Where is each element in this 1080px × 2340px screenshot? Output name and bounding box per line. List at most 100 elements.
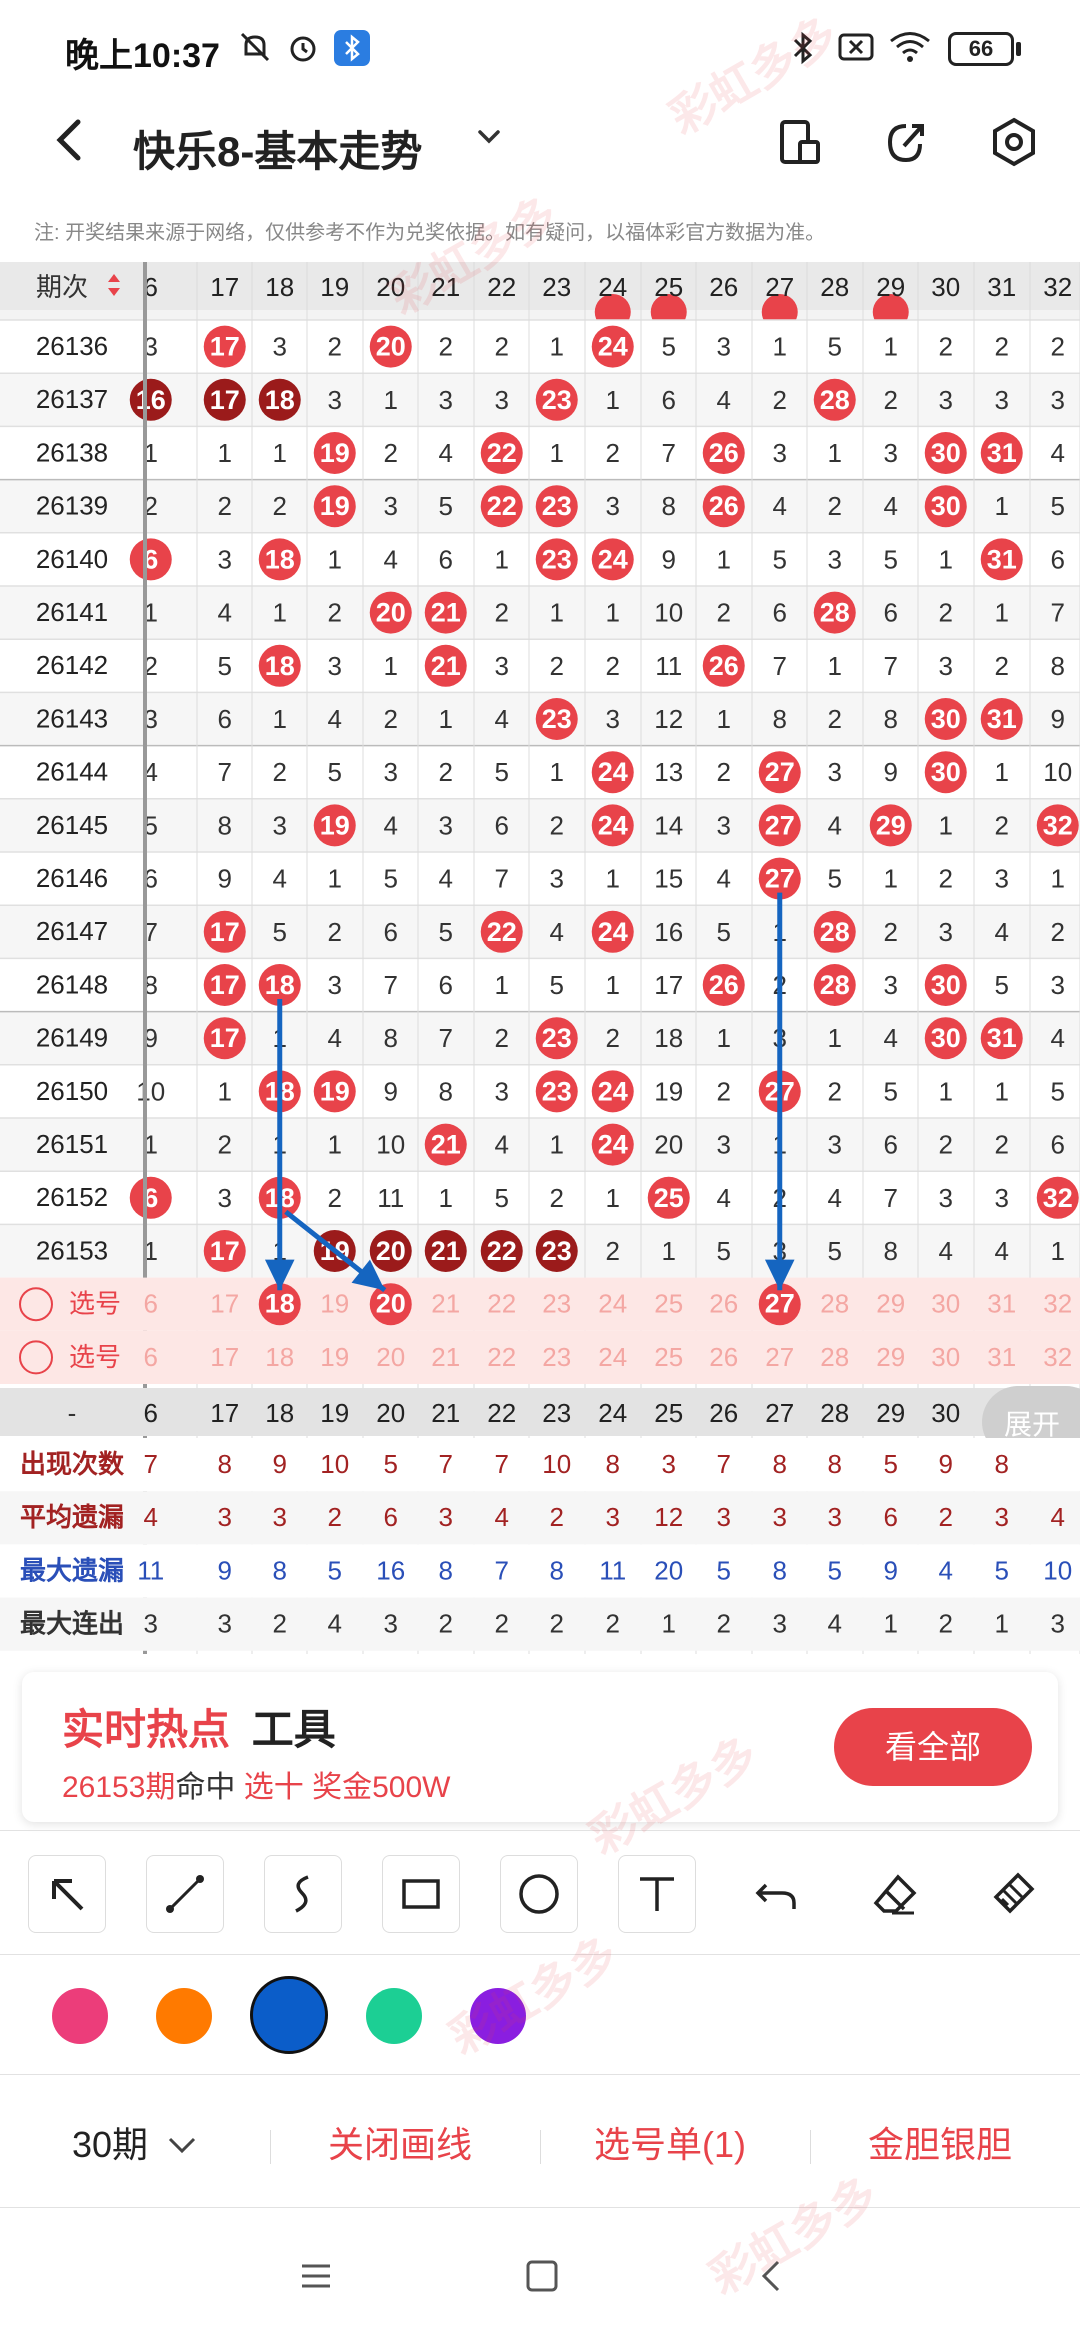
arrow-tool-icon[interactable] [28,1855,106,1933]
stats-value: 4 [1051,1502,1065,1532]
miss-count: 1 [828,1023,842,1053]
stats-value: 10 [542,1449,571,1479]
column-header: 29 [876,272,905,302]
miss-count: 6 [439,544,453,574]
color-orange[interactable] [156,1988,212,2044]
pick-number: 32 [1043,1289,1072,1319]
miss-count: 1 [218,438,232,468]
pick-number: 23 [542,1342,571,1372]
miss-count: 3 [606,704,620,734]
pick-number: 20 [376,1342,405,1372]
color-blue-selected[interactable] [250,1976,328,2054]
curve-tool-icon[interactable] [264,1855,342,1933]
pick-number: 19 [320,1342,349,1372]
miss-count: 4 [218,598,232,628]
eraser-icon[interactable] [856,1855,934,1933]
rectangle-tool-icon[interactable] [382,1855,460,1933]
pick-list-button[interactable]: 选号单(1) [594,2116,746,2168]
miss-count: 5 [495,757,509,787]
back-nav-icon[interactable] [752,2256,792,2301]
hit-number: 28 [820,970,850,1000]
miss-count: 1 [550,1130,564,1160]
view-all-button[interactable]: 看全部 [834,1708,1032,1786]
line-tool-icon[interactable] [146,1855,224,1933]
home-nav-icon[interactable] [522,2256,562,2301]
hit-number: 26 [709,438,739,468]
miss-count: 3 [717,810,731,840]
text-tool-icon[interactable] [618,1855,696,1933]
footer-column-header: 21 [431,1398,460,1428]
back-button[interactable] [48,110,88,184]
miss-count: 5 [884,1076,898,1106]
period-cell: 26146 [36,863,108,893]
stats-value: 1 [662,1609,676,1639]
hit-number: 23 [542,1023,572,1053]
period-count-dropdown[interactable]: 30期 [72,2116,198,2168]
miss-count: 5 [273,917,287,947]
circle-tool-icon[interactable] [500,1855,578,1933]
pick-number: 29 [876,1289,905,1319]
column-header: 26 [709,272,738,302]
settings-icon[interactable] [986,114,1042,170]
stats-value: 2 [939,1502,953,1532]
color-green[interactable] [366,1988,422,2044]
miss-count: 7 [495,864,509,894]
stats-value: 2 [939,1609,953,1639]
expand-label: 展开 [1004,1409,1060,1440]
phone-layout-icon[interactable] [772,114,828,170]
stats-value: 11 [137,1555,164,1585]
hit-number: 26 [709,491,739,521]
miss-count: 2 [328,1183,342,1213]
period-cell: 26137 [36,384,108,414]
pick-number: 22 [487,1342,516,1372]
miss-count: 1 [439,704,453,734]
miss-count: 3 [939,917,953,947]
trend-grid-canvas[interactable]: 期次61718192021222324252627282930313232613… [0,262,1080,1654]
miss-count: 1 [328,544,342,574]
title-dropdown-button[interactable] [472,120,506,163]
miss-count: 4 [1051,438,1065,468]
miss-count: 5 [495,1183,509,1213]
miss-count: 1 [939,544,953,574]
stats-value: 4 [828,1609,842,1639]
miss-count: 2 [328,917,342,947]
miss-count: 2 [717,757,731,787]
miss-count: 1 [328,1130,342,1160]
miss-count: 3 [828,757,842,787]
miss-count: 4 [884,491,898,521]
pick-number: 19 [320,1289,349,1319]
miss-count: 3 [1051,970,1065,1000]
gold-silver-button[interactable]: 金胆银胆 [868,2116,1012,2168]
pick-row[interactable] [0,1277,1080,1331]
stats-value: 3 [273,1502,287,1532]
miss-count: 1 [550,757,564,787]
hit-number: 18 [265,544,295,574]
miss-count: 1 [717,1023,731,1053]
color-purple[interactable] [470,1988,526,2044]
footer-column-header: 22 [487,1398,516,1428]
miss-count: 2 [384,704,398,734]
pick-row-label: 选号 [69,1342,121,1372]
miss-count: 2 [495,598,509,628]
footer-column-header: 27 [765,1398,794,1428]
miss-count: 17 [654,970,683,1000]
pick-number: 30 [931,1289,960,1319]
hit-number: 21 [431,1130,461,1160]
miss-count: 11 [377,1183,404,1213]
miss-count: 1 [606,385,620,415]
stats-value: 5 [884,1449,898,1479]
share-icon[interactable] [878,114,934,170]
miss-count: 9 [884,757,898,787]
period-cell: 26152 [36,1182,108,1212]
close-lines-button[interactable]: 关闭画线 [328,2116,472,2168]
miss-count: 1 [995,598,1009,628]
clear-icon[interactable] [974,1855,1052,1933]
hot-card-period: 26153期 [62,1771,176,1804]
period-cell: 26147 [36,916,108,946]
miss-count: 3 [550,864,564,894]
undo-icon[interactable] [738,1855,816,1933]
pick-row[interactable] [0,1330,1080,1384]
stats-value: 3 [144,1609,158,1639]
color-pink[interactable] [52,1988,108,2044]
menu-nav-icon[interactable] [296,2258,336,2299]
